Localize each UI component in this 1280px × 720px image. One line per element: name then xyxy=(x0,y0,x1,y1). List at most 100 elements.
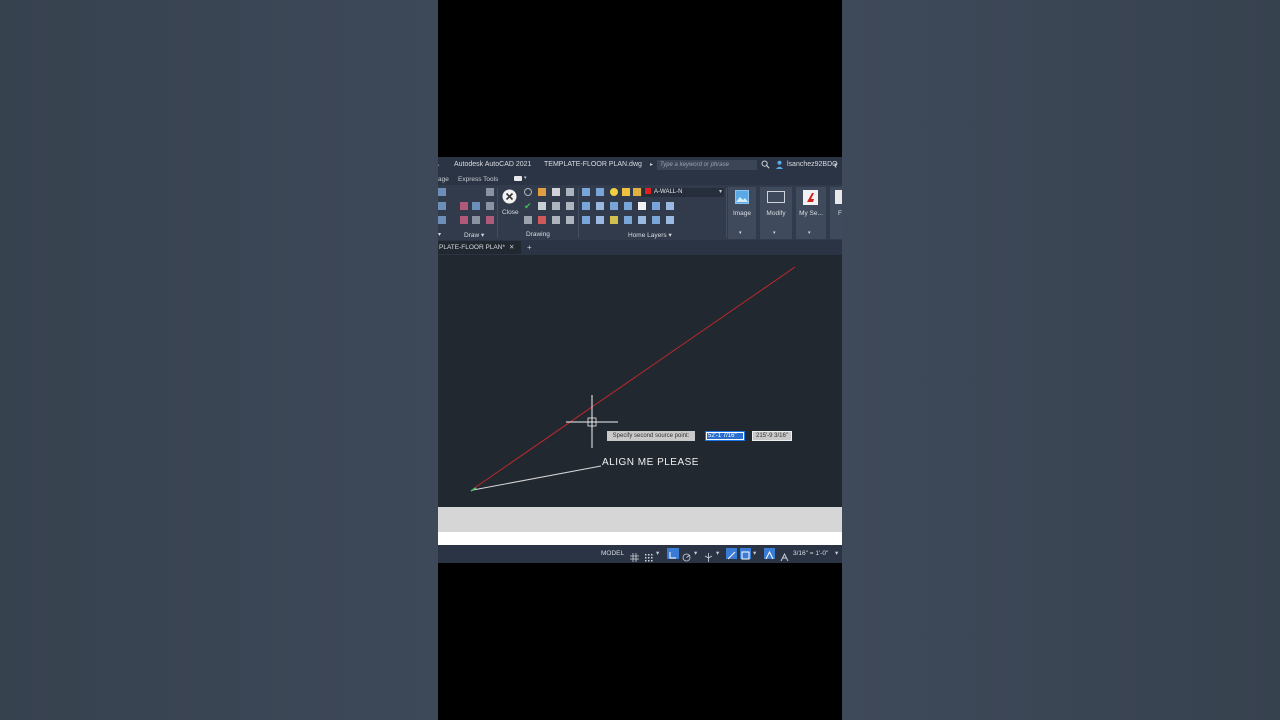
hatch-icon[interactable] xyxy=(460,202,468,210)
object-snap-icon[interactable] xyxy=(740,548,751,560)
command-history xyxy=(438,507,842,532)
close-button-label[interactable]: Close xyxy=(502,209,519,216)
annotation-scale-icon[interactable] xyxy=(780,549,789,562)
tab-close-icon[interactable]: ✕ xyxy=(509,241,514,254)
ribbon-minimize-icon[interactable] xyxy=(514,176,522,181)
document-tabs: PLATE-FLOOR PLAN* ✕ + xyxy=(438,240,842,255)
user-menu-chevron-icon[interactable]: ▾ xyxy=(834,161,838,169)
layer-tool-icon[interactable] xyxy=(610,202,618,210)
drawing-tool-icon[interactable] xyxy=(552,202,560,210)
layer-tool-icon[interactable] xyxy=(624,216,632,224)
lightbulb-icon[interactable] xyxy=(610,188,618,196)
snap-icon[interactable] xyxy=(644,549,653,562)
ribbon-tab-express-tools[interactable]: Express Tools xyxy=(458,176,498,183)
layer-tool-icon[interactable] xyxy=(638,202,646,210)
search-icon[interactable] xyxy=(761,160,770,171)
layer-tool-icon[interactable] xyxy=(666,216,674,224)
drawing-tool-icon[interactable] xyxy=(538,216,546,224)
rectangle-icon[interactable] xyxy=(472,202,480,210)
panel-label-home-layers[interactable]: Home Layers ▾ xyxy=(628,231,672,239)
ribbon-tabs: age Express Tools ▾ xyxy=(438,174,842,185)
chevron-down-icon[interactable]: ▾ xyxy=(835,548,838,559)
panel-divider xyxy=(497,188,498,238)
video-side-right xyxy=(842,0,1280,720)
panel-label-draw[interactable]: Draw ▾ xyxy=(464,231,484,239)
image-button-label: Image xyxy=(732,210,752,217)
layer-tool-icon[interactable] xyxy=(596,202,604,210)
object-snap-tracking-icon[interactable] xyxy=(726,548,737,560)
image-icon xyxy=(735,190,749,204)
panel-label-drawing[interactable]: Drawing xyxy=(526,231,550,238)
check-icon[interactable]: ✔ xyxy=(524,201,532,212)
modify-button[interactable]: Modify ▾ xyxy=(760,187,792,239)
chevron-down-icon[interactable]: ▾ xyxy=(753,548,756,559)
chevron-down-icon[interactable]: ▾ xyxy=(716,548,719,559)
polar-tracking-icon[interactable] xyxy=(682,549,691,562)
image-button[interactable]: Image ▾ xyxy=(728,187,756,239)
rubber-band-line xyxy=(472,266,796,490)
drawing-tool-icon[interactable] xyxy=(566,216,574,224)
edit-icon[interactable] xyxy=(486,202,494,210)
layer-tool-icon[interactable] xyxy=(652,216,660,224)
ribbon: ▾ Draw ▾ Close ✔ Drawing A-WALL-N ▾ Home… xyxy=(438,185,842,240)
annotation-visibility-icon[interactable] xyxy=(764,548,775,560)
drawing-tool-icon[interactable] xyxy=(524,216,532,224)
tool-icon[interactable] xyxy=(438,216,446,224)
drawing-canvas[interactable] xyxy=(438,255,842,507)
panel-expand-chevron-icon[interactable]: ▾ xyxy=(438,231,441,238)
layer-tool-icon[interactable] xyxy=(652,202,660,210)
model-space-button[interactable]: MODEL xyxy=(601,548,624,559)
layer-tool-icon[interactable] xyxy=(610,216,618,224)
dynamic-input-distance[interactable]: 52'-1 7/16" xyxy=(705,431,745,441)
annotation-scale-value[interactable]: 3/16" = 1'-0" xyxy=(793,548,828,559)
drawing-tool-icon[interactable] xyxy=(538,202,546,210)
drawing-tool-icon[interactable] xyxy=(538,188,546,196)
search-input[interactable]: Type a keyword or phrase xyxy=(657,160,757,170)
close-icon[interactable] xyxy=(502,189,517,204)
chevron-down-icon: ▾ xyxy=(718,189,722,195)
drawing-tool-icon[interactable] xyxy=(552,188,560,196)
grid-icon[interactable] xyxy=(630,549,639,562)
screen-recording-frame: ▸ Autodesk AutoCAD 2021 TEMPLATE-FLOOR P… xyxy=(438,0,842,720)
my-settings-button[interactable]: My Se... ▾ xyxy=(796,187,826,239)
isodraft-icon[interactable] xyxy=(704,549,713,562)
layer-properties-icon[interactable] xyxy=(582,188,590,196)
region-icon[interactable] xyxy=(460,216,468,224)
drawing-tool-icon[interactable] xyxy=(566,188,574,196)
ortho-icon[interactable] xyxy=(667,548,679,559)
lock-icon[interactable] xyxy=(633,188,641,196)
layer-tool-icon[interactable] xyxy=(596,216,604,224)
layer-tool-icon[interactable] xyxy=(666,202,674,210)
dynamic-input-angle[interactable]: 215'-9 3/16" xyxy=(752,431,792,441)
more-button[interactable]: F xyxy=(830,187,842,239)
chevron-down-icon: ▾ xyxy=(773,230,776,236)
dynamic-input-distance-value: 52'-1 7/16" xyxy=(707,433,743,439)
layer-tool-icon[interactable] xyxy=(582,216,590,224)
tool-icon[interactable] xyxy=(438,188,446,196)
ribbon-tab-manage[interactable]: age xyxy=(438,176,449,183)
shape-icon[interactable] xyxy=(524,188,532,196)
new-tab-plus-icon[interactable]: + xyxy=(527,241,532,254)
chevron-down-icon[interactable]: ▾ xyxy=(694,548,697,559)
layer-state-icon[interactable] xyxy=(596,188,604,196)
command-line-input[interactable] xyxy=(438,532,842,545)
user-name[interactable]: lsanchez92BDQ xyxy=(787,161,838,168)
video-side-left xyxy=(0,0,438,720)
pencil-icon[interactable] xyxy=(486,188,494,196)
gradient-icon[interactable] xyxy=(486,216,494,224)
drawing-tool-icon[interactable] xyxy=(552,216,560,224)
sun-icon[interactable] xyxy=(622,188,630,196)
layer-dropdown[interactable]: A-WALL-N ▾ xyxy=(642,188,724,197)
status-bar: MODEL ▾ ▾ ▾ ▾ 3/16" = 1'-0" ▾ xyxy=(438,545,842,563)
drawing-text-object[interactable]: ALIGN ME PLEASE xyxy=(602,457,699,468)
boundary-icon[interactable] xyxy=(472,216,480,224)
layer-tool-icon[interactable] xyxy=(638,216,646,224)
layer-tool-icon[interactable] xyxy=(624,202,632,210)
ribbon-minimize-chevron-icon[interactable]: ▾ xyxy=(524,175,527,181)
chevron-down-icon[interactable]: ▾ xyxy=(656,548,659,559)
user-icon[interactable] xyxy=(775,160,784,171)
drawing-tool-icon[interactable] xyxy=(566,202,574,210)
tool-icon[interactable] xyxy=(438,202,446,210)
tab-template-floor-plan[interactable]: PLATE-FLOOR PLAN* ✕ xyxy=(438,241,521,254)
layer-tool-icon[interactable] xyxy=(582,202,590,210)
